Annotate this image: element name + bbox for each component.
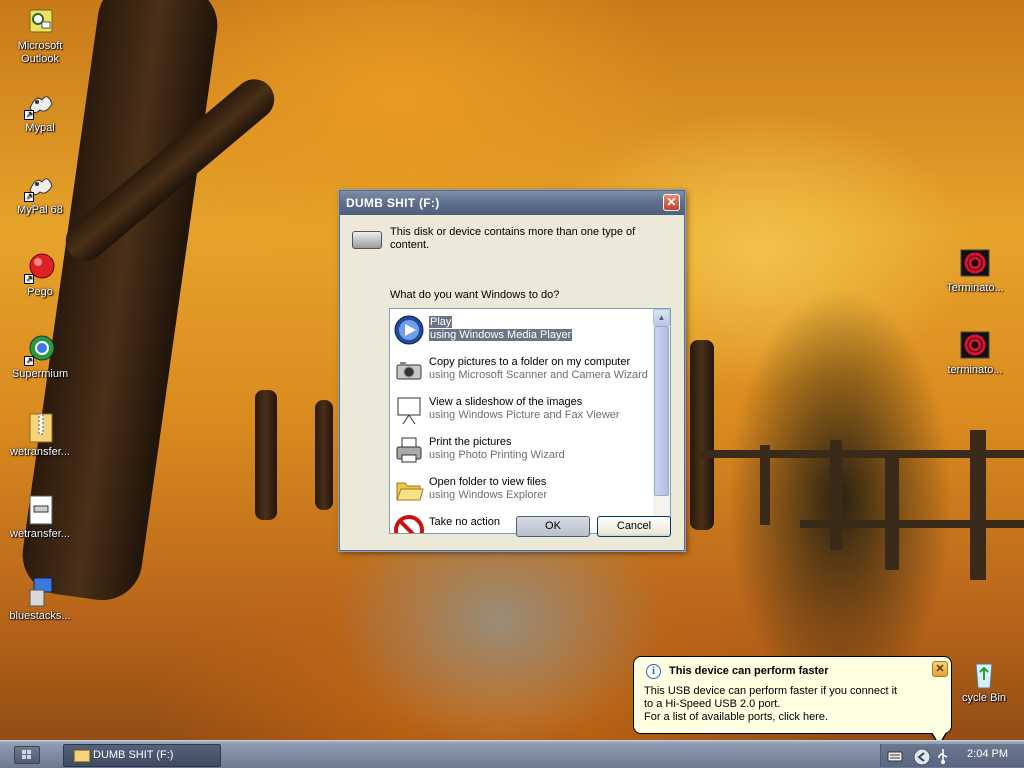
fence-post	[885, 450, 899, 570]
desktop-icon-mypal[interactable]: ↗ Mypal	[0, 88, 80, 135]
scroll-up-button[interactable]: ▲	[653, 309, 670, 326]
video-icon	[959, 248, 991, 280]
balloon-close-button[interactable]: ✕	[932, 661, 948, 677]
scroll-thumb[interactable]	[654, 326, 669, 496]
desktop-icon-label: cycle Bin	[961, 692, 1007, 704]
start-button[interactable]	[14, 746, 40, 764]
item-title: View a slideshow of the images	[429, 396, 583, 408]
desktop-icon-label: Pego	[27, 286, 53, 298]
desktop-icon-terminator-1[interactable]: Terminato...	[935, 248, 1015, 295]
fence-post	[970, 430, 986, 580]
item-title: Print the pictures	[429, 436, 512, 448]
item-title: Copy pictures to a folder on my computer	[429, 356, 631, 368]
dialog-title: DUMB SHIT (F:)	[346, 196, 440, 210]
desktop-icon-label: terminato...	[947, 364, 1003, 376]
folder-icon	[394, 475, 424, 505]
desktop-icon-wetransfer-doc[interactable]: wetransfer...	[0, 494, 80, 541]
printer-icon	[394, 435, 424, 465]
mypal-icon: ↗	[24, 88, 56, 120]
desktop-icon-label: MyPal 68	[17, 204, 63, 216]
list-item-open-folder[interactable]: Open folder to view files using Windows …	[394, 473, 652, 507]
keyboard-icon[interactable]	[887, 748, 903, 764]
video-icon	[959, 330, 991, 362]
dialog-message: This disk or device contains more than o…	[390, 226, 636, 251]
desktop-icon-supermium[interactable]: ↗ Supermium	[0, 334, 80, 381]
recycle-bin-icon	[968, 658, 1000, 690]
ok-button[interactable]: OK	[516, 516, 590, 537]
balloon-line: This USB device can perform faster if yo…	[644, 685, 898, 697]
list-scrollbar[interactable]: ▲ ▼	[653, 309, 670, 533]
balloon-title: This device can perform faster	[669, 665, 829, 677]
desktop-icon-label: Mypal	[25, 122, 55, 134]
desktop-icon-label: bluestacks...	[9, 610, 71, 622]
balloon-link[interactable]: For a list of available ports, click her…	[644, 711, 897, 724]
info-icon: i	[646, 664, 661, 679]
item-subtitle: using Windows Picture and Fax Viewer	[429, 409, 620, 421]
taskbar: DUMB SHIT (F:) 2:04 PM	[0, 740, 1024, 768]
desktop-icon-label: Terminato...	[946, 282, 1004, 294]
autoplay-dialog: DUMB SHIT (F:) ✕ This disk or device con…	[339, 190, 685, 551]
item-title: Take no action	[429, 516, 500, 528]
desktop-icon-recycle-bin[interactable]: cycle Bin	[944, 658, 1024, 705]
desktop-icon-bluestacks[interactable]: bluestacks...	[0, 576, 80, 623]
tree-trunk-right	[690, 340, 714, 530]
list-item-slideshow[interactable]: View a slideshow of the images using Win…	[394, 393, 652, 427]
system-tray: 2:04 PM	[880, 744, 1024, 767]
item-subtitle: using Microsoft Scanner and Camera Wizar…	[429, 369, 648, 381]
tree-trunk-small	[315, 400, 333, 510]
cancel-button[interactable]: Cancel	[597, 516, 671, 537]
list-item-print[interactable]: Print the pictures using Photo Printing …	[394, 433, 652, 467]
desktop-icon-terminator-2[interactable]: terminato...	[935, 330, 1015, 377]
windows-logo-icon	[22, 750, 31, 759]
item-title: Play	[429, 316, 453, 328]
desktop-icon-wetransfer-zip[interactable]: wetransfer...	[0, 412, 80, 459]
no-action-icon	[394, 515, 424, 533]
document-icon	[24, 494, 56, 526]
balloon-text: This USB device can perform faster if yo…	[644, 685, 897, 724]
desktop-icon-label: wetransfer...	[10, 528, 70, 540]
balloon-line: to a Hi-Speed USB 2.0 port.	[644, 698, 781, 710]
usb-icon[interactable]	[935, 748, 951, 764]
desktop-icon-outlook[interactable]: Microsoft Outlook	[0, 6, 80, 66]
item-subtitle: using Windows Explorer	[429, 489, 547, 501]
supermium-icon: ↗	[24, 334, 56, 366]
installer-icon	[24, 576, 56, 608]
notification-balloon[interactable]: i This device can perform faster ✕ This …	[633, 656, 952, 747]
action-list-items: Play using Windows Media Player Copy pic…	[390, 309, 653, 533]
tree-trunk-small	[255, 390, 277, 520]
taskbar-item-dumb-shit[interactable]: DUMB SHIT (F:)	[63, 744, 221, 767]
dialog-question: What do you want Windows to do?	[390, 289, 560, 301]
desktop-icon-mypal-68[interactable]: ↗ MyPal 68	[0, 170, 80, 217]
pego-icon: ↗	[24, 252, 56, 284]
close-icon: ✕	[666, 195, 677, 209]
fence-post	[830, 440, 842, 550]
zip-icon	[24, 412, 56, 444]
item-subtitle: using Windows Media Player	[429, 329, 573, 341]
close-icon: ✕	[935, 663, 945, 675]
mypal-icon: ↗	[24, 170, 56, 202]
fence-post	[760, 445, 770, 525]
outlook-icon	[24, 6, 56, 38]
folder-icon	[74, 750, 90, 762]
action-list[interactable]: Play using Windows Media Player Copy pic…	[389, 308, 671, 534]
list-item-copy-pictures[interactable]: Copy pictures to a folder on my computer…	[394, 353, 652, 387]
safely-remove-hardware-icon[interactable]	[913, 748, 931, 766]
desktop-icon-label: Microsoft Outlook	[17, 40, 63, 65]
list-item-play[interactable]: Play using Windows Media Player	[394, 313, 652, 347]
desktop-icon-pego[interactable]: ↗ Pego	[0, 252, 80, 299]
projector-icon	[394, 395, 424, 425]
clock[interactable]: 2:04 PM	[967, 748, 1008, 760]
camera-icon	[394, 355, 424, 385]
item-subtitle: using Photo Printing Wizard	[429, 449, 565, 461]
close-button[interactable]: ✕	[663, 194, 680, 211]
item-title: Open folder to view files	[429, 476, 547, 488]
media-player-icon	[394, 315, 424, 345]
taskbar-item-label: DUMB SHIT (F:)	[93, 749, 174, 761]
dialog-titlebar[interactable]: DUMB SHIT (F:) ✕	[340, 191, 684, 215]
drive-icon	[352, 231, 382, 249]
desktop-icon-label: Supermium	[11, 368, 69, 380]
desktop-icon-label: wetransfer...	[10, 446, 70, 458]
dialog-body: This disk or device contains more than o…	[340, 215, 684, 550]
